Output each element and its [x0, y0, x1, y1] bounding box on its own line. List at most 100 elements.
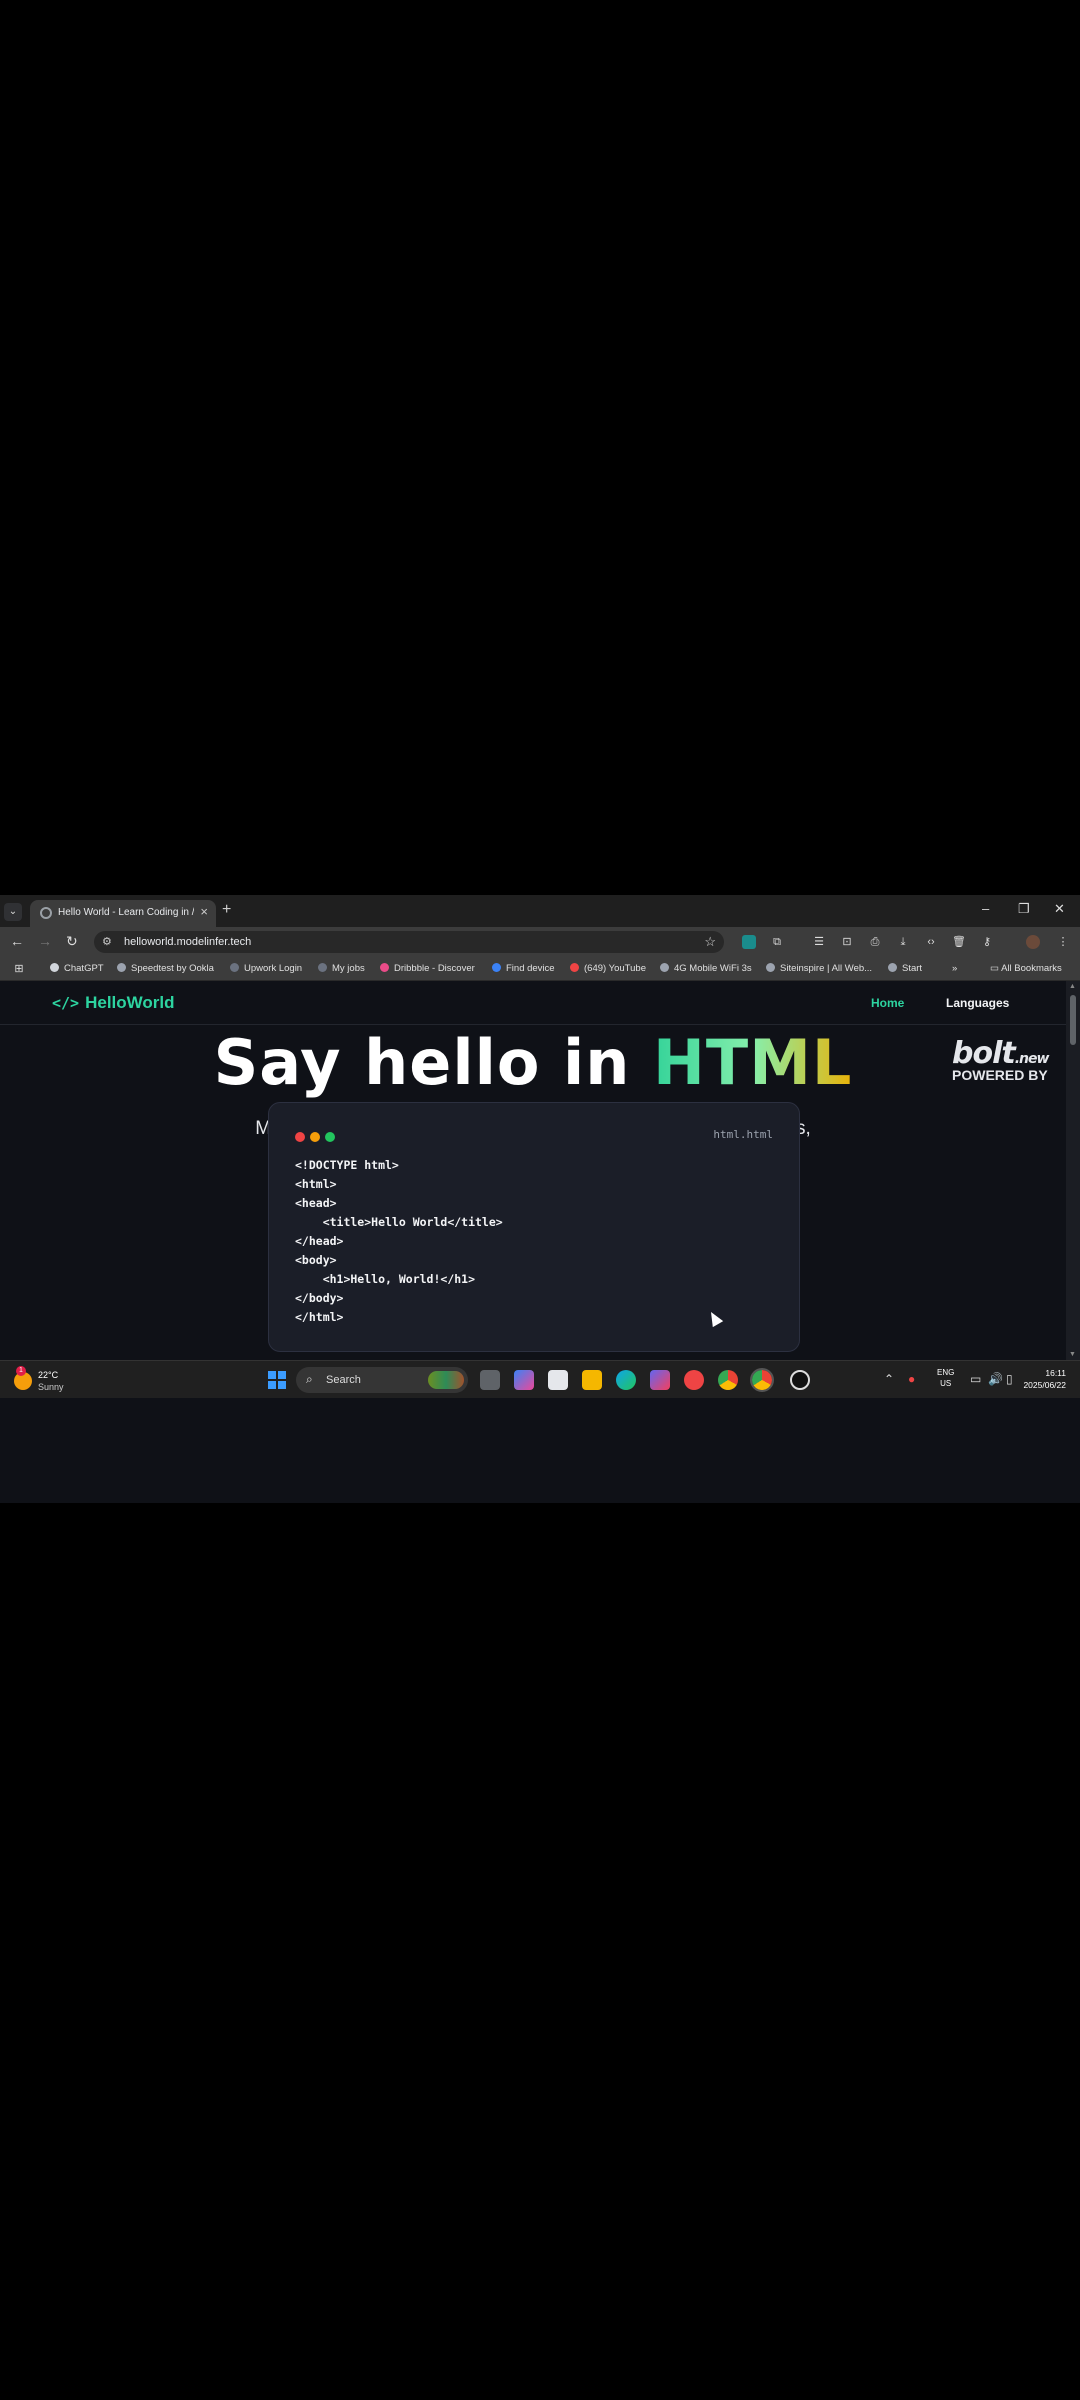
forward-icon[interactable]: → — [38, 933, 52, 949]
system-clock[interactable]: 16:11 2025/06/22 — [1023, 1367, 1066, 1391]
window-dot-red-icon — [295, 1132, 305, 1142]
key-icon[interactable]: ⚷ — [980, 935, 994, 949]
new-tab-icon[interactable]: + — [222, 901, 231, 919]
volume-icon[interactable]: 🔊 — [988, 1372, 1003, 1386]
more-bookmarks-icon[interactable]: » — [952, 963, 957, 974]
bookmark-item[interactable]: Siteinspire | All Web... — [766, 963, 872, 974]
scrollbar-thumb[interactable] — [1070, 995, 1076, 1045]
window-dot-green-icon — [325, 1132, 335, 1142]
devtools-icon[interactable]: ‹› — [924, 935, 938, 949]
bolt-badge[interactable]: bolt.new POWERED BY — [952, 1036, 1062, 1083]
scroll-down-icon[interactable]: ▼ — [1069, 1351, 1076, 1358]
bookmark-favicon-icon — [380, 963, 389, 972]
site-info-icon[interactable]: ⚙ — [102, 935, 112, 948]
windows-start-icon[interactable] — [268, 1371, 286, 1389]
trash-icon[interactable]: 🗑 — [952, 935, 966, 949]
apps-grid-icon[interactable]: ⊞ — [12, 962, 26, 976]
copilot-icon[interactable] — [514, 1370, 534, 1390]
tab-search-icon[interactable]: ⌄ — [4, 903, 22, 921]
globe-icon — [40, 907, 52, 919]
bookmark-favicon-icon — [660, 963, 669, 972]
bookmark-item[interactable]: ChatGPT — [50, 963, 104, 974]
profile-avatar-icon[interactable] — [1026, 935, 1040, 949]
bookmark-star-icon[interactable]: ☆ — [704, 934, 716, 950]
bookmark-item[interactable]: 4G Mobile WiFi 3s — [660, 963, 752, 974]
weather-temperature: 22°C — [38, 1370, 59, 1380]
site-logo[interactable]: </> HelloWorld — [52, 993, 175, 1013]
windows-taskbar: 1 22°C Sunny ⌕ Search ⌃ ● ENG US ▭ 🔊 ▯ 16… — [0, 1360, 1080, 1398]
bookmarks-bar: ⊞ ChatGPT Speedtest by Ookla Upwork Logi… — [0, 957, 1080, 981]
search-icon: ⌕ — [306, 1372, 313, 1386]
language-indicator[interactable]: ENG US — [937, 1367, 954, 1389]
browser-tab-bar: ⌄ Hello World - Learn Coding in / × + – … — [0, 895, 1080, 927]
taskbar-search[interactable]: ⌕ Search — [296, 1367, 468, 1393]
bookmark-item[interactable]: Speedtest by Ookla — [117, 963, 214, 974]
notification-badge: 1 — [16, 1366, 26, 1376]
edge-icon[interactable] — [616, 1370, 636, 1390]
file-explorer-icon[interactable] — [582, 1370, 602, 1390]
battery-icon[interactable]: ▯ — [1006, 1372, 1013, 1386]
taskbar-search-label: Search — [326, 1374, 361, 1386]
browser-tab[interactable]: Hello World - Learn Coding in / × — [30, 900, 216, 927]
store-icon[interactable] — [548, 1370, 568, 1390]
extension-icon[interactable] — [742, 935, 756, 949]
show-hidden-icons-icon[interactable]: ⌃ — [884, 1372, 894, 1386]
task-view-icon[interactable] — [480, 1370, 500, 1390]
bookmark-favicon-icon — [230, 963, 239, 972]
bookmark-favicon-icon — [570, 963, 579, 972]
extensions-puzzle-icon[interactable]: ⧉ — [770, 935, 784, 949]
screenshot-icon[interactable]: ⊡ — [840, 935, 854, 949]
bookmark-favicon-icon — [117, 963, 126, 972]
address-bar[interactable]: ⚙ helloworld.modelinfer.tech ☆ — [94, 931, 724, 953]
scroll-up-icon[interactable]: ▲ — [1069, 983, 1076, 990]
back-icon[interactable]: ← — [10, 933, 24, 949]
tray-app-icon[interactable]: ● — [908, 1372, 915, 1386]
hero-language: HTML — [653, 1026, 853, 1099]
chrome-dev-icon[interactable] — [684, 1370, 704, 1390]
app-icon[interactable] — [650, 1370, 670, 1390]
menu-icon[interactable]: ⋮ — [1056, 935, 1070, 949]
screen-area: ⌄ Hello World - Learn Coding in / × + – … — [0, 895, 1080, 1503]
media-player-icon[interactable] — [790, 1370, 810, 1390]
chrome-active-icon[interactable] — [750, 1368, 774, 1392]
code-line: <title>Hello World</title> — [295, 1215, 503, 1229]
network-icon[interactable]: ▭ — [970, 1372, 981, 1386]
restore-icon[interactable]: ❐ — [1018, 901, 1030, 917]
code-line: <!DOCTYPE html> — [295, 1158, 399, 1172]
code-line: <html> — [295, 1177, 337, 1191]
bookmark-item[interactable]: Start — [888, 963, 922, 974]
code-line: <head> — [295, 1196, 337, 1210]
chrome-icon[interactable] — [718, 1370, 738, 1390]
address-url: helloworld.modelinfer.tech — [124, 936, 252, 948]
code-line: <body> — [295, 1253, 337, 1267]
close-tab-icon[interactable]: × — [200, 904, 208, 919]
code-line: </html> — [295, 1310, 344, 1324]
code-example-card: html.html <!DOCTYPE html> <html> <head> … — [268, 1102, 800, 1352]
all-bookmarks-folder[interactable]: ▭ All Bookmarks — [990, 963, 1062, 974]
bookmark-item[interactable]: My jobs — [318, 963, 365, 974]
reload-icon[interactable]: ↻ — [66, 933, 78, 950]
bookmark-item[interactable]: Upwork Login — [230, 963, 302, 974]
bookmark-item[interactable]: Find device — [492, 963, 555, 974]
bookmark-favicon-icon — [888, 963, 897, 972]
minimize-icon[interactable]: – — [982, 901, 989, 916]
code-line: <h1>Hello, World!</h1> — [295, 1272, 476, 1286]
nav-languages-link[interactable]: Languages — [946, 996, 1009, 1010]
nav-home-link[interactable]: Home — [871, 996, 904, 1010]
reading-list-icon[interactable]: ☰ — [812, 935, 826, 949]
page-scrollbar[interactable]: ▲ ▼ — [1066, 981, 1080, 1360]
window-dot-yellow-icon — [310, 1132, 320, 1142]
bookmark-item[interactable]: Dribbble - Discover — [380, 963, 475, 974]
bookmark-item[interactable]: (649) YouTube — [570, 963, 646, 974]
print-icon[interactable]: ⎙ — [868, 935, 882, 949]
powered-by-label: POWERED BY — [952, 1067, 1048, 1083]
search-highlight-image — [428, 1371, 464, 1389]
web-page: </> HelloWorld Home Languages Say hello i… — [0, 981, 1066, 1360]
bookmark-favicon-icon — [766, 963, 775, 972]
hero-heading: Say hello in HTML — [213, 1026, 853, 1099]
close-window-icon[interactable]: ✕ — [1054, 901, 1065, 917]
code-brackets-icon: </> — [52, 994, 80, 1012]
tab-title: Hello World - Learn Coding in / — [58, 907, 194, 918]
download-icon[interactable]: ⤓ — [896, 935, 910, 949]
bolt-word: bolt — [952, 1036, 1016, 1071]
